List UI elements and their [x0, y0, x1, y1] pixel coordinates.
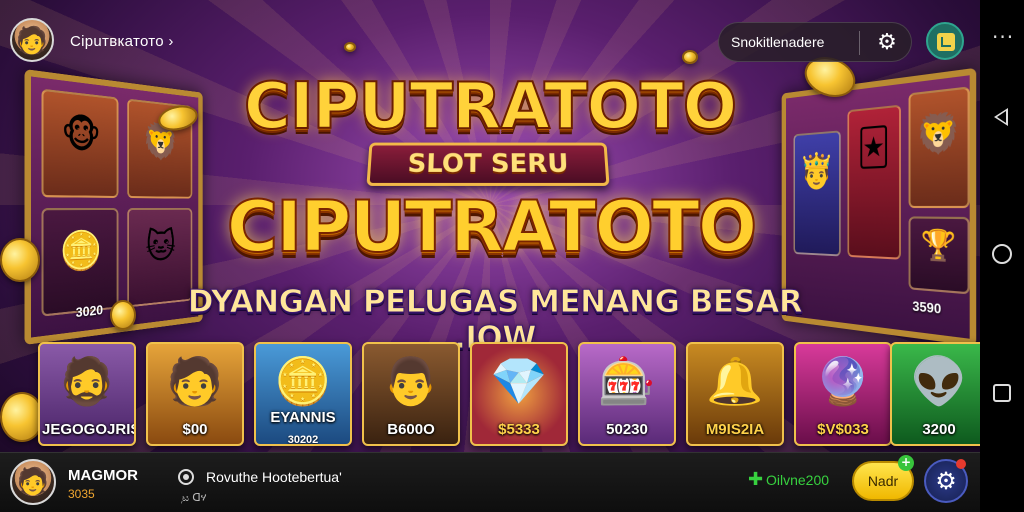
- game-tile-label: $V$033: [817, 421, 869, 438]
- lion-icon: 🦁: [915, 110, 962, 158]
- game-lobby: 🐵 🦁 🪙 🐱 3020 🤴 🃏 🦁 🏆 3590 CIPUTRATOTO SL…: [0, 0, 980, 512]
- game-tile[interactable]: 🧔 JEGOGOJRIS: [38, 342, 136, 446]
- game-tile-label: $00: [182, 421, 208, 438]
- monkey-icon: 🐵: [61, 112, 102, 158]
- coin-decoration: [110, 300, 136, 330]
- reel-cell: 🏆: [908, 216, 970, 295]
- search-divider: [859, 31, 860, 55]
- cat-icon: 🐱: [145, 226, 176, 268]
- game-tile-icon: 🔮: [814, 354, 872, 408]
- recent-apps-icon[interactable]: [993, 384, 1011, 402]
- menu-button[interactable]: [926, 22, 964, 60]
- balance-value: Oilvne200: [766, 472, 830, 488]
- add-badge: +: [898, 455, 914, 471]
- back-icon[interactable]: [994, 108, 1008, 126]
- game-tile[interactable]: 🔮 $V$033: [794, 342, 892, 446]
- player-score: 3035: [68, 487, 95, 501]
- user-avatar[interactable]: 🧑: [10, 18, 54, 62]
- coin-decoration: [344, 42, 356, 52]
- game-tile-icon: 🧑: [166, 354, 224, 408]
- plus-icon: ✚: [748, 469, 764, 490]
- avatar-face-icon: 🧑: [15, 26, 49, 56]
- news-ticker[interactable]: Rovuthe Hootebertua': [206, 469, 342, 485]
- game-tile-sublabel: 30202: [287, 434, 319, 446]
- username-link[interactable]: Ciрuтвкатото ›: [70, 33, 174, 50]
- game-tile[interactable]: 🪙 EYANNIS 30202: [254, 342, 352, 446]
- game-tile-icon: 👨: [382, 354, 440, 408]
- more-dots-icon[interactable]: ···: [992, 27, 1014, 47]
- reel-cell: 🦁: [908, 86, 970, 209]
- game-tile[interactable]: 🎰 50230: [578, 342, 676, 446]
- game-tile-icon: 🪙: [274, 354, 332, 408]
- news-record-icon: [178, 469, 194, 485]
- menu-icon: [937, 33, 955, 51]
- card-icon: 🃏: [857, 126, 891, 170]
- search-box[interactable]: Snokitlenadere ⚙: [718, 22, 912, 62]
- coin-decoration: [0, 238, 40, 282]
- reel-cell: 🃏: [847, 104, 901, 260]
- logo-title-top: CIPUTRATOTO: [243, 69, 738, 145]
- gear-icon[interactable]: ⚙: [873, 29, 901, 57]
- news-subtext: ᷊ಟ ᗡሃ: [182, 492, 207, 504]
- system-nav-bar: ···: [980, 0, 1024, 512]
- player-name: MAGMOR: [68, 467, 138, 484]
- game-tile-label: M9IS2IA: [705, 421, 765, 438]
- logo-title-main: CIPUTRATOTO: [226, 185, 758, 269]
- game-tile[interactable]: 🧑 $00: [146, 342, 244, 446]
- game-tile[interactable]: 👨 B600O: [362, 342, 460, 446]
- left-reel-value: 3020: [75, 301, 104, 321]
- game-tile[interactable]: 👽 3200: [890, 342, 980, 446]
- trophy-icon: 🏆: [920, 227, 957, 264]
- coin-decoration: [682, 50, 698, 64]
- home-icon[interactable]: [992, 244, 1012, 264]
- avatar-face-icon: 🧑: [16, 467, 50, 497]
- game-tile-icon: 💎: [490, 354, 548, 408]
- coin-icon: 🪙: [59, 229, 103, 275]
- game-tile-label: B600O: [387, 421, 435, 438]
- game-tile-icon: 🔔: [706, 354, 764, 408]
- reel-cell: 🤴: [793, 130, 841, 257]
- reel-cell: 🐵: [41, 88, 119, 198]
- game-tile-icon: 🎰: [598, 354, 656, 408]
- game-tile[interactable]: 🔔 M9IS2IA: [686, 342, 784, 446]
- game-tile-icon: 👽: [910, 354, 968, 408]
- game-tiles-row: 🧔 JEGOGOJRIS 🧑 $00 🪙 EYANNIS 30202 👨 B60…: [38, 342, 980, 448]
- game-tile-label: EYANNIS: [270, 409, 336, 426]
- search-text: Snokitlenadere: [731, 34, 825, 50]
- game-tile-icon: 🧔: [58, 354, 116, 408]
- game-tile-label: $5333: [498, 421, 540, 438]
- player-avatar[interactable]: 🧑: [10, 459, 56, 505]
- notification-dot: [956, 459, 966, 469]
- logo-subtitle: SLOT SERU: [406, 149, 570, 179]
- game-tile-label: JEGOGOJRIS: [42, 421, 136, 438]
- right-reel-value: 3590: [912, 298, 942, 317]
- game-tile-label: 50230: [606, 421, 648, 438]
- logo-subtitle-plaque: SLOT SERU: [366, 142, 610, 186]
- bottom-bar: 🧑 MAGMOR 3035 Rovuthe Hootebertua' ᷊ಟ ᗡሃ…: [0, 452, 980, 512]
- reel-cell: 🪙: [41, 208, 119, 317]
- king-icon: 🤴: [799, 151, 835, 192]
- game-tile[interactable]: 💎 $5333: [470, 342, 568, 446]
- game-tile-label: 3200: [922, 421, 956, 438]
